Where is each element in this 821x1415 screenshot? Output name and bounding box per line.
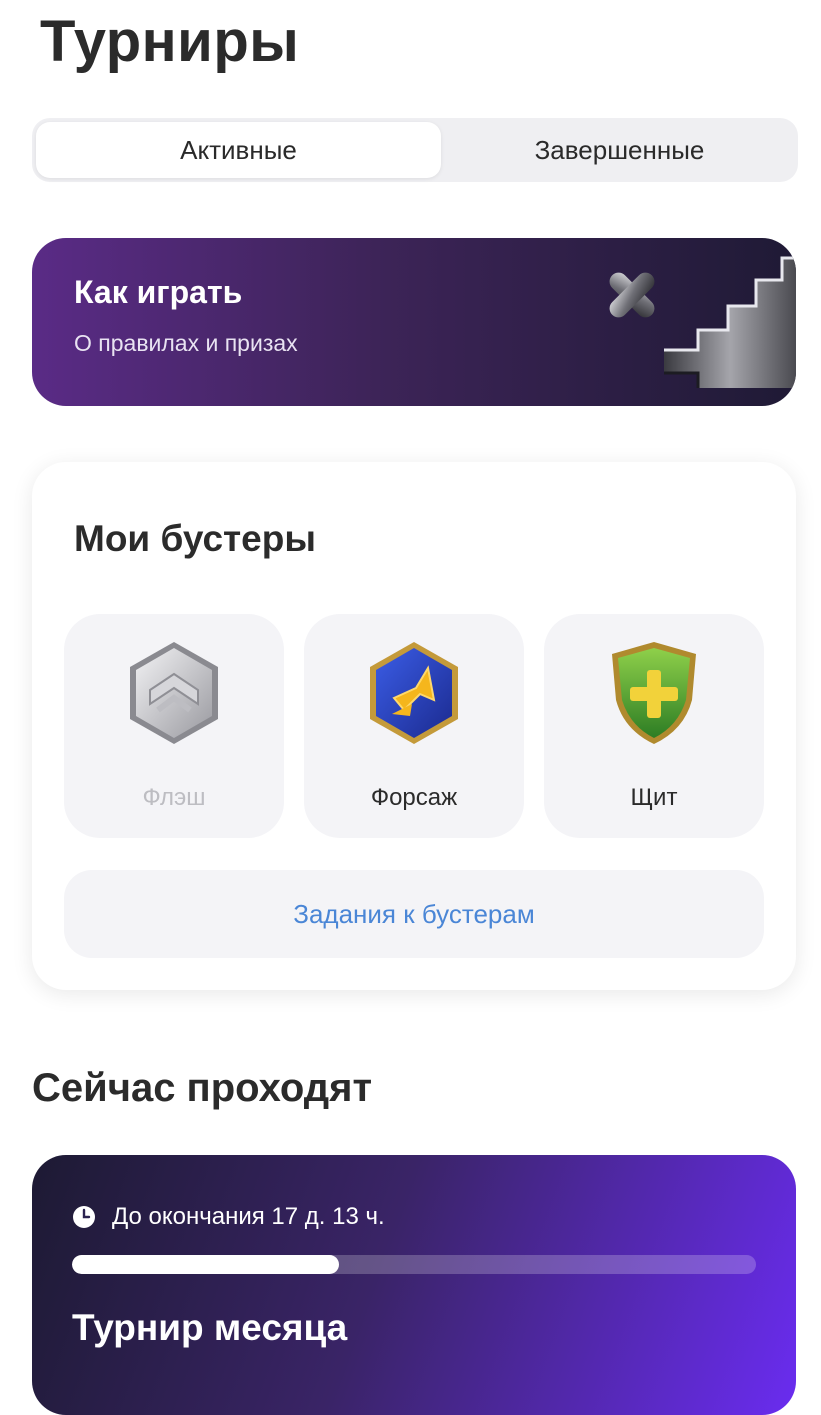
my-boosters-card: Мои бустеры Флэш Форсаж Щит Задания к бу… (32, 462, 796, 990)
booster-shield-label: Щит (630, 784, 678, 811)
booster-flash-label: Флэш (142, 784, 206, 811)
tournament-title: Турнир месяца (72, 1307, 348, 1348)
time-left-text: До окончания 17 д. 13 ч. (112, 1203, 385, 1230)
how-to-play-banner[interactable]: Как играть О правилах и призах (32, 238, 796, 406)
tab-active[interactable]: Активные (36, 122, 441, 178)
how-to-play-title: Как играть (74, 274, 243, 310)
flash-booster-icon (130, 642, 218, 744)
cross-icon (609, 272, 655, 318)
tournament-tabs: Активные Завершенные (32, 118, 798, 182)
clock-icon (73, 1206, 95, 1228)
ongoing-section-title: Сейчас проходят (32, 1066, 373, 1110)
booster-flash[interactable]: Флэш (64, 614, 284, 838)
how-to-play-art (609, 256, 796, 388)
tab-finished[interactable]: Завершенные (445, 122, 794, 178)
booster-forsazh[interactable]: Форсаж (304, 614, 524, 838)
booster-shield[interactable]: Щит (544, 614, 764, 838)
page-title: Турниры (40, 9, 300, 74)
boost-arrow-icon (370, 642, 458, 744)
stairs-icon (664, 256, 796, 388)
tournament-timer: До окончания 17 д. 13 ч. (72, 1203, 385, 1231)
booster-tasks-button[interactable]: Задания к бустерам (64, 870, 764, 958)
tournament-progress-fill (72, 1255, 339, 1274)
tournament-card[interactable]: До окончания 17 д. 13 ч. Турнир месяца (32, 1155, 796, 1415)
tournament-progress-bar (72, 1255, 756, 1274)
shield-icon (612, 642, 696, 744)
how-to-play-subtitle: О правилах и призах (74, 330, 298, 356)
booster-forsazh-label: Форсаж (370, 784, 458, 811)
boosters-title: Мои бустеры (74, 518, 316, 559)
